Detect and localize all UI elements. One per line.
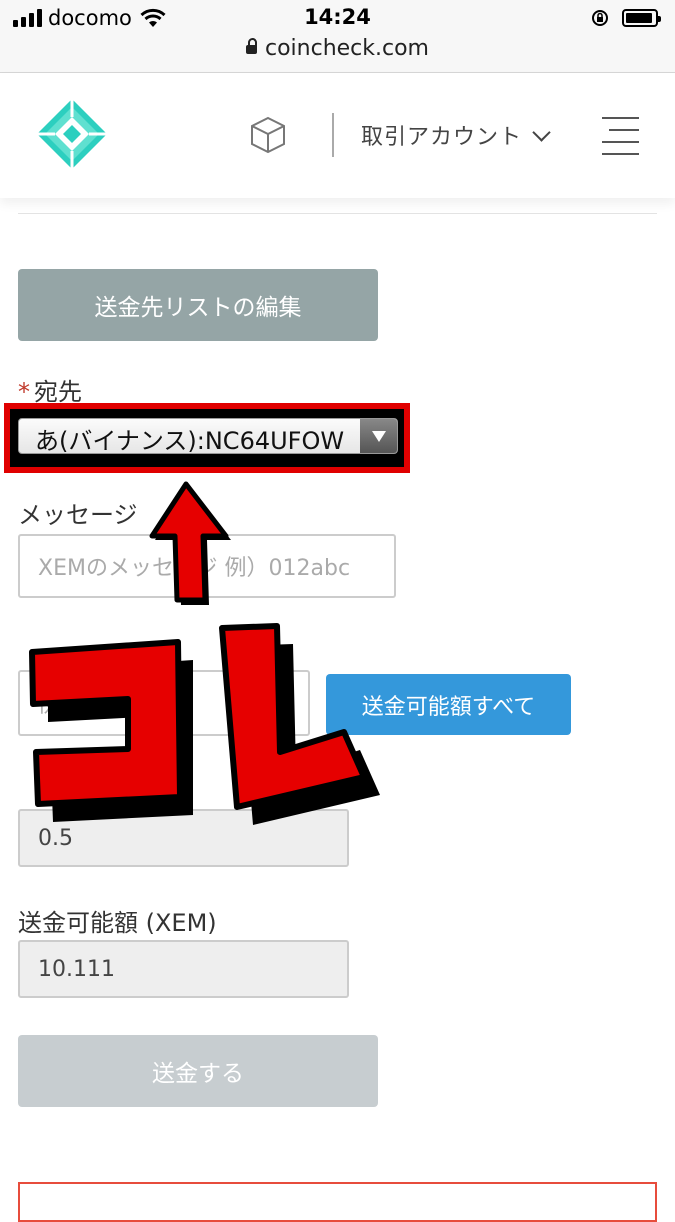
amount-placeholder: 例) 0.01 (38, 693, 125, 718)
site-header: 取引アカウント (0, 73, 675, 198)
destination-label: * 宛先 (18, 378, 82, 406)
header-divider (332, 113, 334, 157)
cube-icon[interactable] (248, 115, 288, 155)
available-amount-value: 10.111 (38, 956, 115, 982)
amount-input[interactable]: 例) 0.01 (18, 670, 310, 736)
rotation-lock-icon (592, 10, 608, 26)
chevron-down-icon[interactable] (532, 123, 551, 142)
address-bar[interactable]: coincheck.com (0, 36, 675, 61)
notice-box (18, 1182, 657, 1222)
message-input[interactable]: XEMのメッセージ 例）012abc (18, 534, 396, 598)
battery-icon (622, 9, 661, 27)
required-mark: * (18, 378, 30, 406)
available-amount-field: 10.111 (18, 940, 349, 998)
account-menu[interactable]: 取引アカウント (361, 119, 522, 151)
url-text: coincheck.com (264, 36, 429, 61)
destination-selected-value: あ(バイナンス):NC64UFOW (35, 427, 345, 455)
status-bar: docomo 14:24 coincheck.com (0, 0, 675, 73)
message-label: メッセージ (18, 501, 138, 529)
destination-select[interactable]: あ(バイナンス):NC64UFOW (18, 418, 398, 455)
coincheck-logo[interactable] (35, 97, 109, 171)
message-placeholder: XEMのメッセージ 例）012abc (38, 556, 351, 581)
hamburger-menu-icon[interactable] (602, 117, 639, 165)
available-amount-label: 送金可能額 (XEM) (18, 909, 217, 937)
edit-destination-list-button[interactable]: 送金先リストの編集 (18, 269, 378, 341)
lock-icon (245, 38, 257, 54)
select-arrow-icon (360, 419, 397, 453)
fee-field: 0.5 (18, 809, 349, 867)
divider (18, 213, 657, 214)
send-button[interactable]: 送金する (18, 1035, 378, 1107)
clock: 14:24 (304, 5, 371, 29)
fee-value: 0.5 (38, 825, 73, 851)
send-all-button[interactable]: 送金可能額すべて (326, 674, 571, 735)
